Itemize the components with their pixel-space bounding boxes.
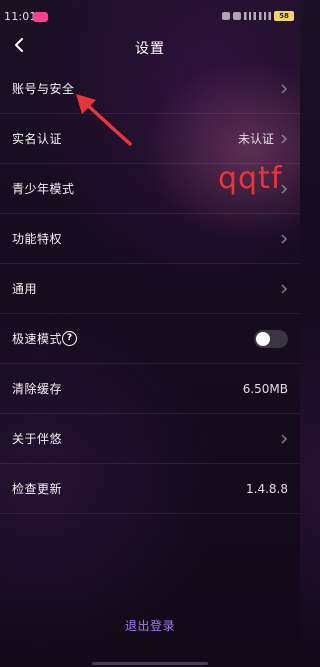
- wifi-icon: [259, 12, 271, 20]
- row-label: 账号与安全: [12, 82, 75, 96]
- app-notification-icon: [33, 12, 48, 22]
- fast-mode-toggle[interactable]: [254, 329, 288, 348]
- status-icons: 58: [222, 11, 294, 21]
- help-icon[interactable]: ?: [62, 331, 77, 346]
- status-time: 11:01: [4, 10, 37, 23]
- row-features-privileges[interactable]: 功能特权: [0, 214, 300, 264]
- toggle-knob: [256, 331, 270, 346]
- annotation-arrow-icon: [76, 94, 132, 146]
- row-value: 6.50MB: [242, 381, 288, 396]
- mute-icon: [233, 12, 241, 20]
- chevron-right-icon: [279, 433, 289, 445]
- row-account-security[interactable]: 账号与安全: [0, 64, 300, 114]
- row-general[interactable]: 通用: [0, 264, 300, 314]
- row-label: 功能特权: [12, 232, 63, 246]
- row-label: 清除缓存: [12, 382, 63, 396]
- status-bar: 11:01 58: [0, 0, 300, 30]
- row-label: 检查更新: [12, 482, 63, 496]
- row-check-update[interactable]: 检查更新 1.4.8.8: [0, 464, 300, 514]
- chevron-right-icon: [279, 233, 289, 245]
- row-clear-cache[interactable]: 清除缓存 6.50MB: [0, 364, 300, 414]
- chevron-right-icon: [279, 83, 289, 95]
- row-about[interactable]: 关于伴悠: [0, 414, 300, 464]
- row-value: 1.4.8.8: [246, 481, 288, 496]
- watermark-text: qqtf: [218, 161, 283, 196]
- signal-icon: [244, 12, 256, 20]
- home-indicator: [92, 662, 208, 665]
- battery-icon: 58: [274, 11, 294, 21]
- row-fast-mode: 极速模式 ?: [0, 314, 300, 364]
- page-header: 设置: [0, 30, 300, 64]
- chevron-right-icon: [279, 283, 289, 295]
- row-real-name-auth[interactable]: 实名认证 未认证: [0, 114, 300, 164]
- row-label: 青少年模式: [12, 182, 75, 196]
- row-label: 极速模式: [12, 332, 63, 346]
- row-label: 关于伴悠: [12, 432, 63, 446]
- page-title: 设置: [135, 41, 165, 57]
- row-label: 通用: [12, 282, 38, 296]
- alarm-icon: [222, 12, 230, 20]
- row-value: 未认证: [237, 132, 274, 146]
- chevron-right-icon: [279, 133, 289, 145]
- logout-button[interactable]: 退出登录: [0, 617, 300, 634]
- row-label: 实名认证: [12, 132, 63, 146]
- settings-list: 账号与安全 实名认证 未认证 青少年模式 功能特权 通用 极速模式 ? 清除缓存…: [0, 64, 300, 514]
